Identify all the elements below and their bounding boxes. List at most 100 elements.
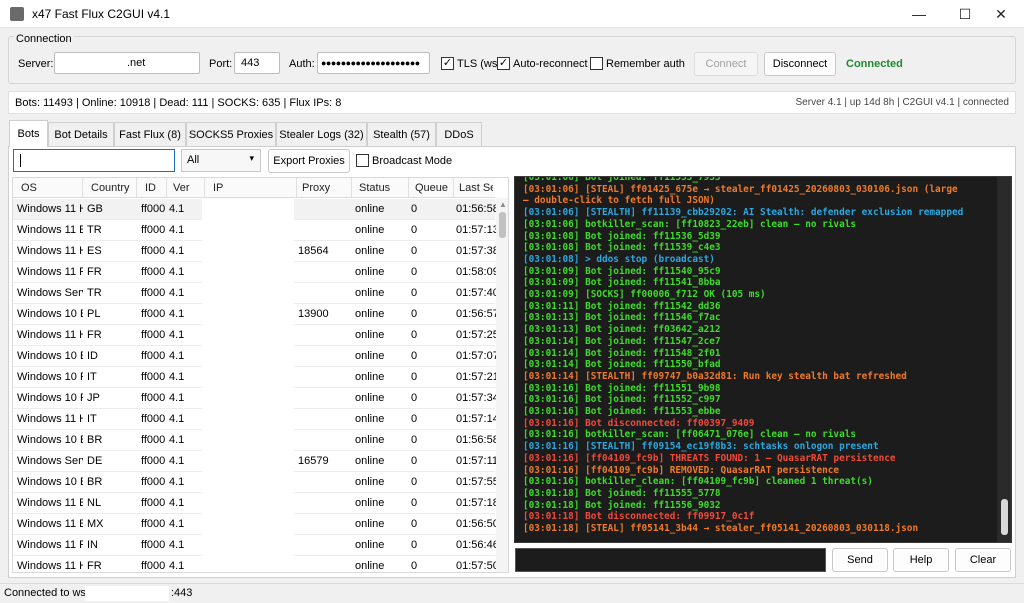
col-last-seen[interactable]: Last Se: [459, 182, 493, 194]
auto-reconnect-checkbox[interactable]: ✓: [497, 57, 510, 70]
console-line: [03:01:14] Bot joined: ff11550_bfad: [523, 359, 721, 371]
cell-queue: 0: [411, 518, 418, 530]
redacted-host: [85, 586, 169, 601]
connection-legend: Connection: [14, 33, 74, 45]
send-button[interactable]: Send: [832, 548, 888, 572]
cell-last-seen: 01:57:55: [456, 476, 496, 488]
grid-scrollbar[interactable]: ▲: [496, 198, 508, 572]
auth-password-field[interactable]: ●●●●●●●●●●●●●●●●●●●●: [317, 52, 430, 74]
cell-id: ff000: [141, 266, 166, 278]
cell-ver: 4.1: [169, 203, 185, 215]
minimize-button[interactable]: —: [896, 0, 942, 28]
console-line: [03:01:16] [STEALTH] ff09154_ec19f8b3: s…: [523, 441, 879, 453]
disconnect-button[interactable]: Disconnect: [764, 52, 836, 76]
cell-status: online: [355, 518, 385, 530]
cell-id: ff000: [141, 518, 166, 530]
col-status[interactable]: Status: [359, 182, 390, 194]
cell-queue: 0: [411, 434, 418, 446]
broadcast-mode-checkbox[interactable]: [356, 154, 369, 167]
tab-ddos[interactable]: DDoS: [436, 122, 482, 146]
cell-queue: 0: [411, 560, 418, 572]
cell-queue: 0: [411, 287, 418, 299]
cell-queue: 0: [411, 308, 418, 320]
col-queue[interactable]: Queue: [415, 182, 448, 194]
command-input[interactable]: [515, 548, 826, 572]
cell-ver: 4.1: [169, 560, 185, 572]
status-bar: Connected to wss:// :443: [0, 583, 1024, 603]
console-line: [03:01:18] Bot disconnected: ff09917_0c1…: [523, 511, 755, 523]
col-country[interactable]: Country: [91, 182, 130, 194]
tab-bots[interactable]: Bots: [9, 120, 48, 147]
tab-stealer-logs[interactable]: Stealer Logs (32): [276, 122, 367, 146]
cell-ver: 4.1: [169, 539, 185, 551]
cell-status: online: [355, 476, 385, 488]
cell-os: Windows 10 En: [17, 308, 83, 320]
cell-country: NL: [87, 497, 102, 509]
cell-status: online: [355, 455, 385, 467]
col-proxy[interactable]: Proxy: [302, 182, 330, 194]
cell-last-seen: 01:57:38: [456, 245, 496, 257]
col-ip[interactable]: IP: [213, 182, 223, 194]
console-line: [03:01:18] Bot joined: ff11555_5778: [523, 487, 721, 499]
filter-input[interactable]: [13, 149, 175, 172]
status-filter-value: All: [187, 154, 200, 166]
cell-country: PL: [87, 308, 101, 320]
tab-socks5-proxies[interactable]: SOCKS5 Proxies: [186, 122, 276, 146]
chevron-down-icon: ▾: [249, 153, 254, 163]
cell-id: ff000: [141, 371, 166, 383]
server-info: Server 4.1 | up 14d 8h | C2GUI v4.1 | co…: [795, 97, 1009, 108]
cell-id: ff000: [141, 455, 166, 467]
cell-last-seen: 01:56:57: [456, 308, 496, 320]
close-button[interactable]: ✕: [978, 0, 1024, 28]
cell-last-seen: 01:57:13: [456, 224, 496, 236]
connect-button[interactable]: Connect: [694, 52, 758, 76]
console-scrollbar[interactable]: [997, 177, 1011, 542]
console-line: [03:01:16] Bot joined: ff11551_9b98: [523, 382, 721, 394]
status-filter-select[interactable]: All ▾: [181, 149, 261, 172]
remember-auth-checkbox[interactable]: [590, 57, 603, 70]
cell-queue: 0: [411, 371, 418, 383]
window-title: x47 Fast Flux C2GUI v4.1: [32, 7, 171, 21]
cell-queue: 0: [411, 203, 418, 215]
console-line: [03:01:09] Bot joined: ff11541_8bba: [523, 277, 721, 289]
cell-os: Windows 10 Pr: [17, 371, 83, 383]
col-ver[interactable]: Ver: [173, 182, 190, 194]
port-input[interactable]: 443: [234, 52, 280, 74]
console-line: [03:01:06] [STEAL] ff01425_675e → steale…: [523, 183, 958, 195]
server-input[interactable]: .net: [54, 52, 200, 74]
export-proxies-button[interactable]: Export Proxies: [268, 149, 350, 173]
tab-stealth[interactable]: Stealth (57): [367, 122, 436, 146]
cell-country: FR: [87, 266, 102, 278]
cell-os: Windows 11 Ed: [17, 497, 83, 509]
cell-ver: 4.1: [169, 413, 185, 425]
cell-last-seen: 01:56:58: [456, 203, 496, 215]
console-line: [03:01:16] botkiller_clean: [ff04109_fc9…: [523, 476, 873, 488]
cell-queue: 0: [411, 392, 418, 404]
port-label: Port:: [209, 58, 233, 70]
col-os[interactable]: OS: [21, 182, 37, 194]
tab-bot-details[interactable]: Bot Details: [48, 122, 114, 146]
cell-last-seen: 01:57:25: [456, 329, 496, 341]
cell-ver: 4.1: [169, 455, 185, 467]
cell-country: FR: [87, 560, 102, 572]
cell-id: ff000: [141, 203, 166, 215]
tls-checkbox[interactable]: ✓: [441, 57, 454, 70]
console-line: [03:01:09] Bot joined: ff11540_95c9: [523, 265, 721, 277]
cell-last-seen: 01:58:09: [456, 266, 496, 278]
tab-fast-flux[interactable]: Fast Flux (8): [114, 122, 186, 146]
col-id[interactable]: ID: [145, 182, 156, 194]
cell-status: online: [355, 287, 385, 299]
cell-os: Windows 11 Ed: [17, 518, 83, 530]
cell-id: ff000: [141, 476, 166, 488]
cell-country: FR: [87, 329, 102, 341]
grid-scroll-thumb[interactable]: [499, 212, 506, 238]
cell-status: online: [355, 203, 385, 215]
cell-last-seen: 01:57:07: [456, 350, 496, 362]
cell-country: IN: [87, 539, 98, 551]
console-line: [03:01:08] Bot joined: ff11536_5d39: [523, 230, 721, 242]
console-scroll-thumb[interactable]: [1001, 499, 1008, 535]
cell-os: Windows 10 En: [17, 350, 83, 362]
help-button[interactable]: Help: [893, 548, 949, 572]
cell-status: online: [355, 413, 385, 425]
clear-button[interactable]: Clear: [955, 548, 1011, 572]
